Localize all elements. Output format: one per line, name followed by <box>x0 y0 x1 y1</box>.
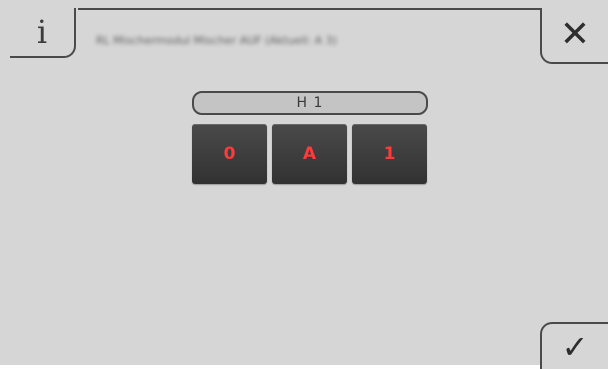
header-divider <box>78 8 540 10</box>
info-icon: ⅰ <box>36 13 48 51</box>
digit-button-2[interactable]: A <box>272 124 347 184</box>
page-title: RL Mischermodul Mischer AUF (Aktuell: A … <box>96 34 337 47</box>
info-button[interactable]: ⅰ <box>10 8 76 58</box>
field-label: H 1 <box>192 91 428 115</box>
screen: ⅰ RL Mischermodul Mischer AUF (Aktuell: … <box>0 0 608 369</box>
digit-button-1[interactable]: 0 <box>192 124 267 184</box>
checkmark-icon: ✓ <box>561 327 589 366</box>
digit-button-3[interactable]: 1 <box>352 124 427 184</box>
close-icon: ✕ <box>559 14 591 55</box>
confirm-button[interactable]: ✓ <box>540 322 608 369</box>
close-button[interactable]: ✕ <box>540 8 608 64</box>
bottom-edge <box>0 365 540 369</box>
digit-selector: 0 A 1 <box>192 124 427 184</box>
